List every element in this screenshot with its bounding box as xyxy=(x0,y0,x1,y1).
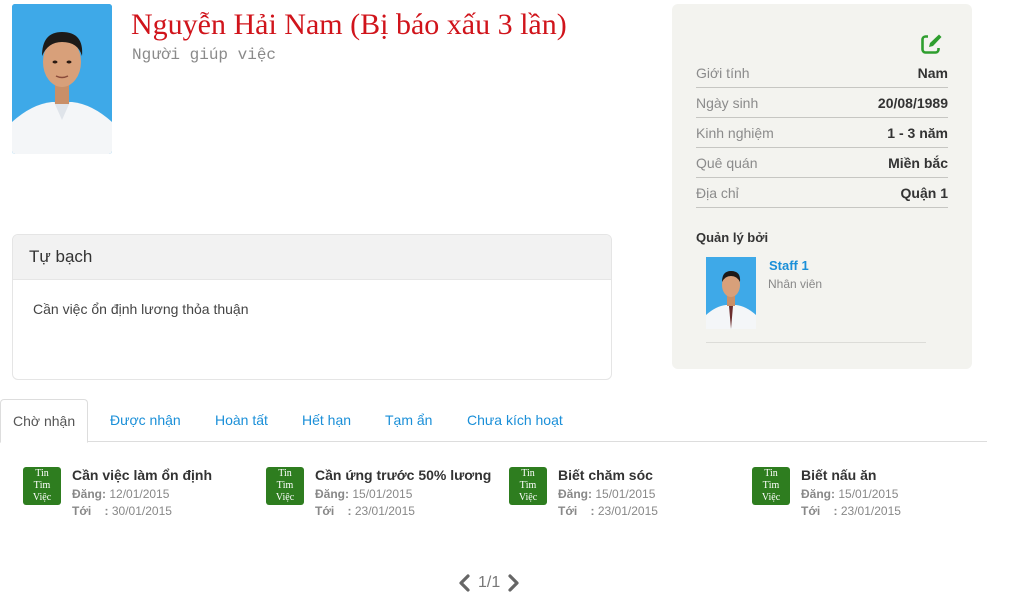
profile-name: Nguyễn Hải Nam (Bị báo xấu 3 lần) xyxy=(131,8,567,41)
info-value: Miền bắc xyxy=(888,154,948,171)
page-indicator: 1/1 xyxy=(478,574,501,591)
manager-name-link[interactable]: Staff 1 xyxy=(769,258,809,273)
job-posted: Đăng: 15/01/2015 xyxy=(315,487,413,501)
job-title[interactable]: Cần ứng trước 50% lương xyxy=(315,467,491,483)
info-row-experience: Kinh nghiệm 1 - 3 năm xyxy=(696,118,948,148)
job-item[interactable]: Tin Tìm Việc Biết chăm sóc Đăng: 15/01/201… xyxy=(509,466,745,522)
profile-photo xyxy=(12,4,112,154)
profile-role: Người giúp việc xyxy=(132,46,277,64)
info-row-address: Địa chỉ Quận 1 xyxy=(696,178,948,208)
job-title[interactable]: Cần việc làm ổn định xyxy=(72,467,212,483)
job-posted: Đăng: 12/01/2015 xyxy=(72,487,170,501)
managed-by-title: Quản lý bởi xyxy=(696,230,769,245)
job-status-tabs: Chờ nhận Được nhận Hoàn tất Hết hạn Tạm … xyxy=(0,399,987,443)
info-row-hometown: Quê quán Miền bắc xyxy=(696,148,948,178)
job-until: Tới : 30/01/2015 xyxy=(72,504,172,518)
job-until: Tới : 23/01/2015 xyxy=(801,504,901,518)
job-until: Tới : 23/01/2015 xyxy=(558,504,658,518)
info-value: 1 - 3 năm xyxy=(887,124,948,141)
info-panel: Giới tính Nam Ngày sinh 20/08/1989 Kinh … xyxy=(672,4,972,369)
manager-role: Nhân viên xyxy=(768,277,823,291)
job-logo-icon: Tin Tìm Việc xyxy=(23,467,61,505)
tab-hidden[interactable]: Tạm ẩn xyxy=(385,399,432,440)
info-row-birthdate: Ngày sinh 20/08/1989 xyxy=(696,88,948,118)
about-card: Tự bạch Cần việc ổn định lương thỏa thuậ… xyxy=(12,234,612,380)
info-row-gender: Giới tính Nam xyxy=(696,58,948,88)
info-label: Địa chỉ xyxy=(696,184,739,201)
job-until: Tới : 23/01/2015 xyxy=(315,504,415,518)
about-title: Tự bạch xyxy=(13,235,611,280)
info-value: Nam xyxy=(917,64,948,81)
job-item[interactable]: Tin Tìm Việc Biết nấu ăn Đăng: 15/01/2015 … xyxy=(752,466,988,522)
job-title[interactable]: Biết chăm sóc xyxy=(558,467,653,483)
edit-icon[interactable] xyxy=(920,32,944,56)
job-posted: Đăng: 15/01/2015 xyxy=(801,487,899,501)
about-text: Cần việc ổn định lương thỏa thuận xyxy=(33,301,249,317)
job-item[interactable]: Tin Tìm Việc Cần ứng trước 50% lương Đăng:… xyxy=(266,466,502,522)
info-label: Ngày sinh xyxy=(696,94,759,111)
job-logo-icon: Tin Tìm Việc xyxy=(509,467,547,505)
job-logo-icon: Tin Tìm Việc xyxy=(752,467,790,505)
manager-avatar[interactable] xyxy=(706,257,756,329)
job-logo-icon: Tin Tìm Việc xyxy=(266,467,304,505)
info-value: 20/08/1989 xyxy=(877,94,948,111)
job-posted: Đăng: 15/01/2015 xyxy=(558,487,656,501)
tab-waiting[interactable]: Chờ nhận xyxy=(0,399,89,443)
manager-card: Staff 1 Nhân viên xyxy=(706,257,926,343)
info-list: Giới tính Nam Ngày sinh 20/08/1989 Kinh … xyxy=(696,58,948,208)
tab-expired[interactable]: Hết hạn xyxy=(302,399,351,440)
tab-inactive[interactable]: Chưa kích hoạt xyxy=(467,399,563,440)
tab-accepted[interactable]: Được nhận xyxy=(110,399,181,440)
job-item[interactable]: Tin Tìm Việc Cần việc làm ổn định Đăng: 12… xyxy=(23,466,259,522)
chevron-left-icon[interactable] xyxy=(458,574,472,592)
info-label: Quê quán xyxy=(696,154,758,171)
info-label: Kinh nghiệm xyxy=(696,124,774,141)
tab-completed[interactable]: Hoàn tất xyxy=(215,399,268,440)
chevron-right-icon[interactable] xyxy=(506,574,520,592)
pagination: 1/1 xyxy=(458,572,520,594)
job-title[interactable]: Biết nấu ăn xyxy=(801,467,876,483)
info-label: Giới tính xyxy=(696,64,750,81)
info-value: Quận 1 xyxy=(900,184,948,201)
